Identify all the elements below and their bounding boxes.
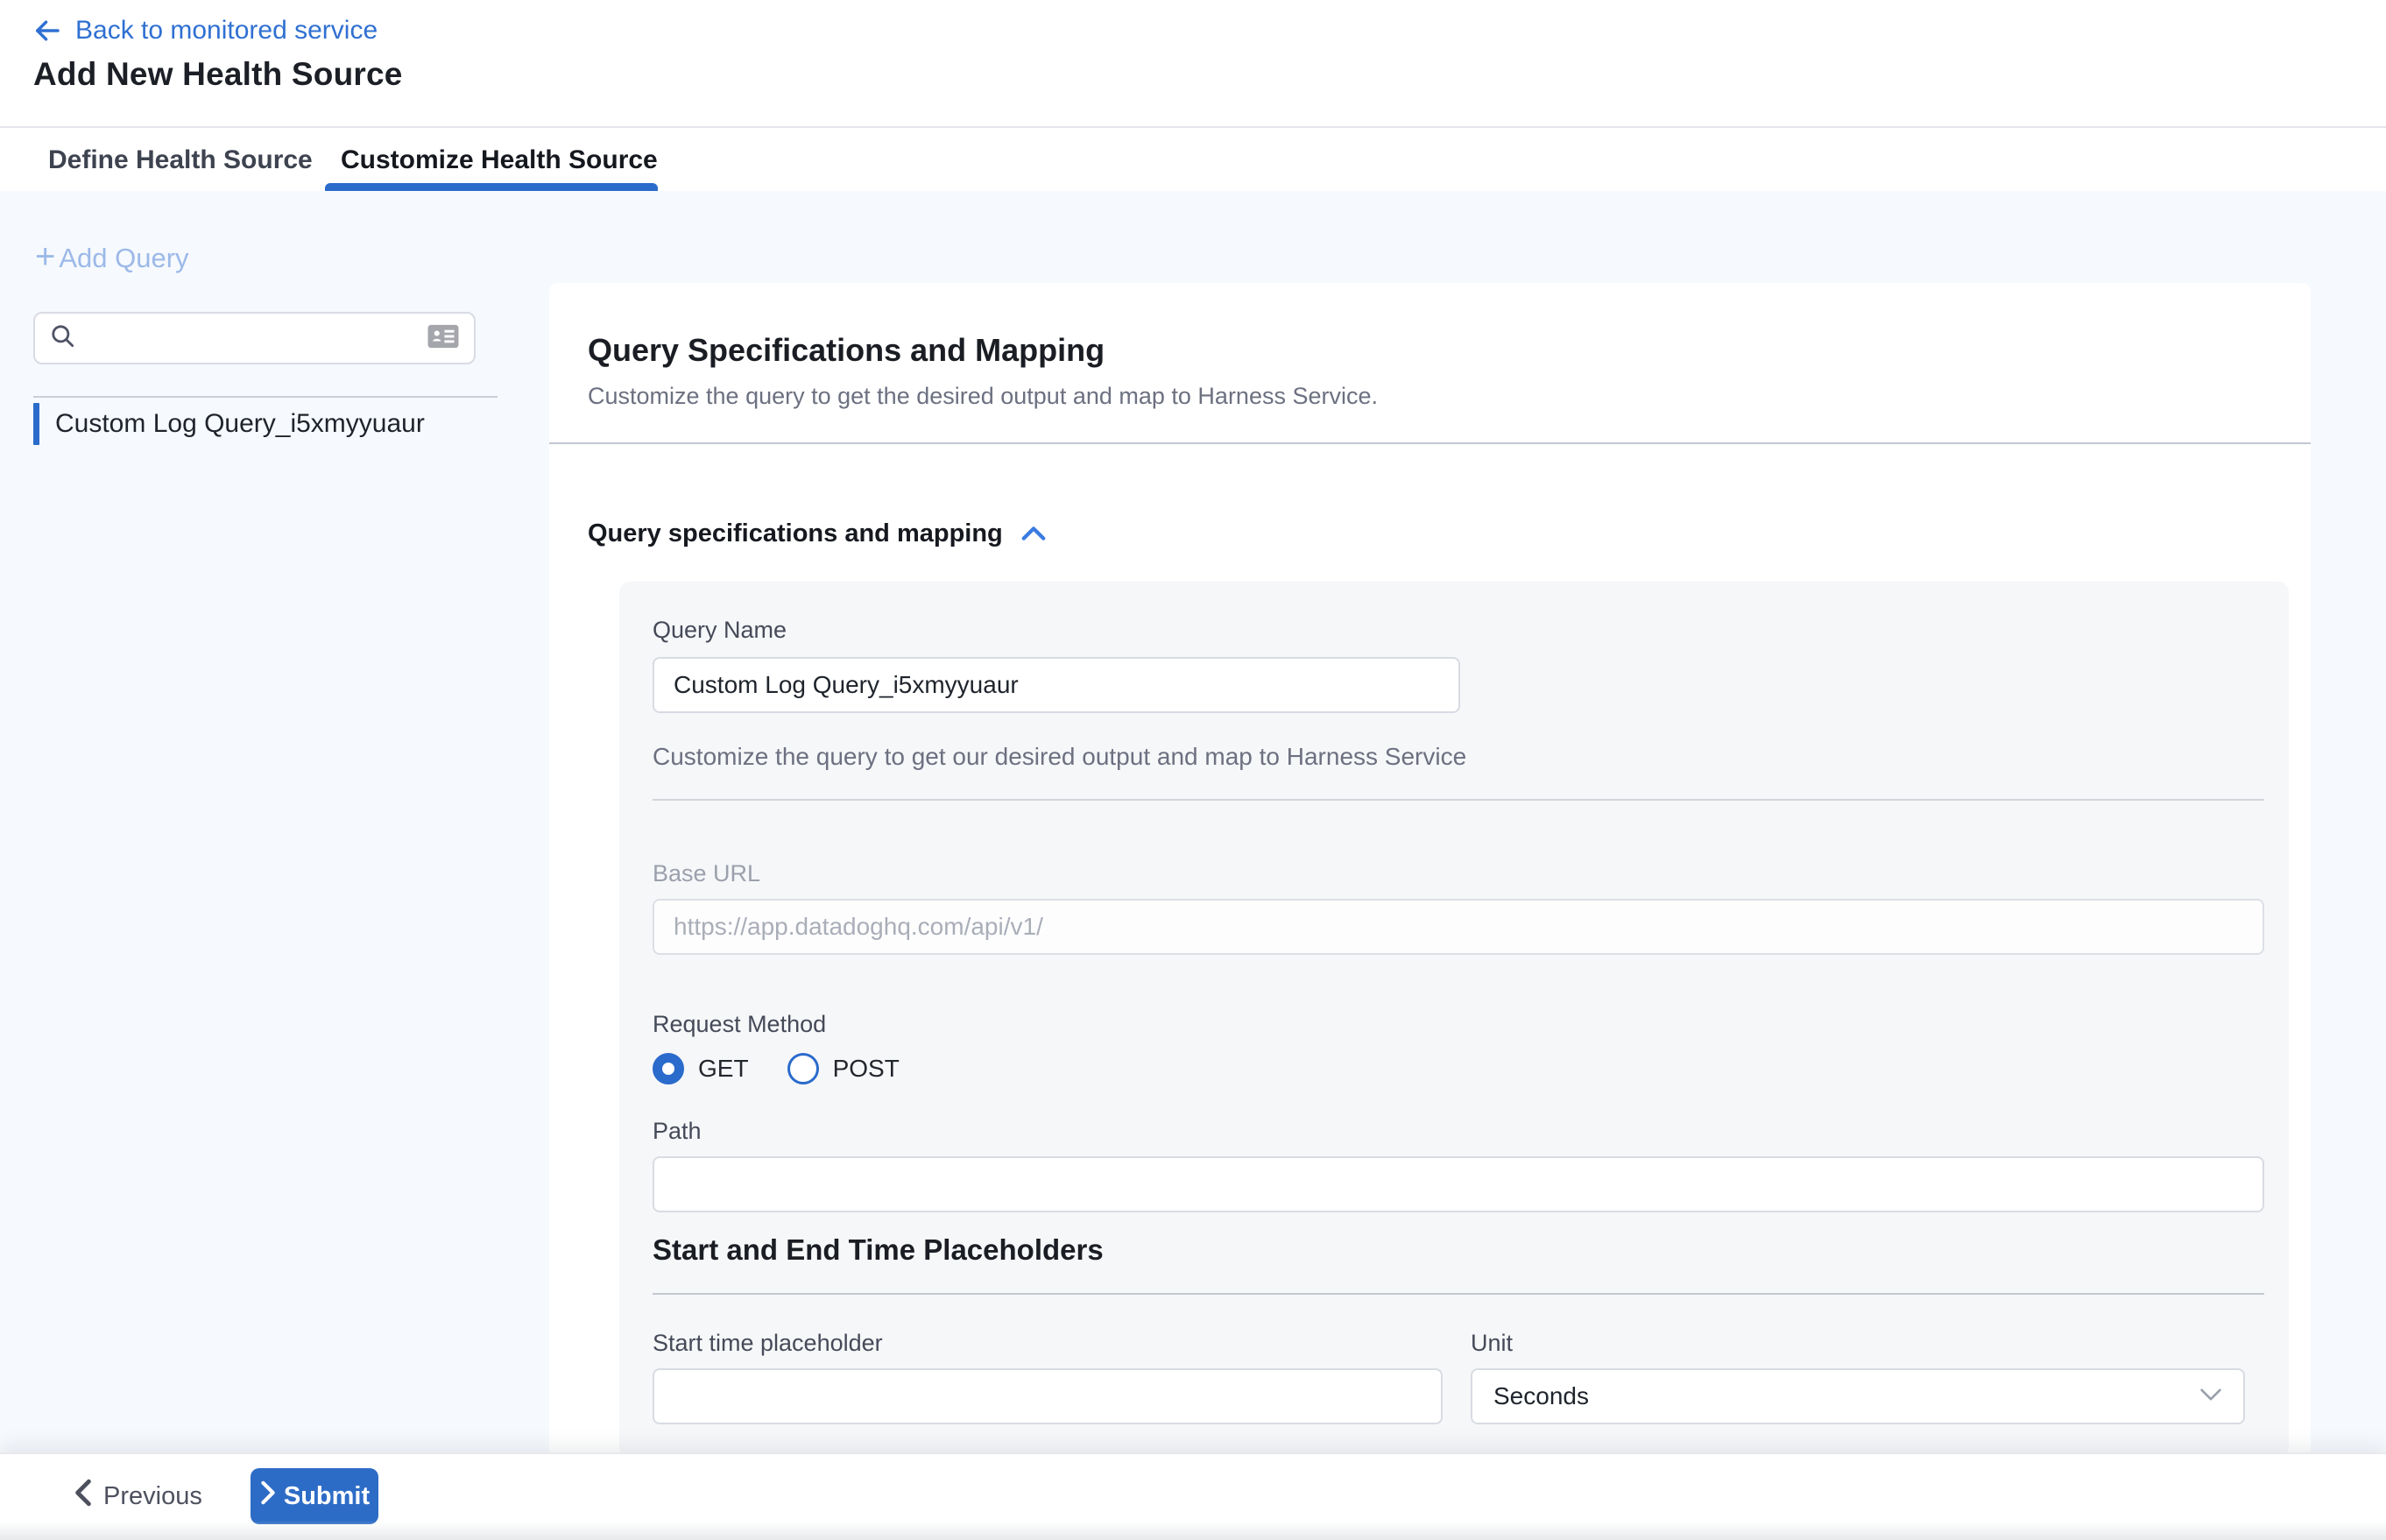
submit-button[interactable]: Submit — [251, 1468, 378, 1524]
back-arrow-icon — [32, 15, 63, 46]
path-label: Path — [653, 1118, 702, 1145]
add-query-button[interactable]: + Add Query — [35, 238, 189, 279]
radio-post[interactable]: POST — [787, 1053, 900, 1084]
tab-customize-health-source[interactable]: Customize Health Source — [341, 130, 658, 191]
radio-post-label: POST — [833, 1055, 900, 1083]
active-tab-underline — [325, 183, 658, 191]
query-spec-card: Query Name Customize the query to get ou… — [619, 582, 2289, 1457]
unit-label: Unit — [1471, 1330, 1513, 1357]
page-title: Add New Health Source — [33, 56, 403, 93]
sidebar-divider — [33, 396, 498, 398]
selected-indicator-bar — [33, 403, 39, 445]
tab-define-health-source[interactable]: Define Health Source — [48, 130, 313, 191]
plus-icon: + — [35, 239, 55, 274]
main-panel: Query Specifications and Mapping Customi… — [549, 283, 2311, 1457]
radio-get-circle-icon — [653, 1053, 684, 1084]
radio-get-label: GET — [698, 1055, 749, 1083]
query-name-label: Query Name — [653, 617, 787, 644]
header: Back to monitored service Add New Health… — [0, 0, 2386, 128]
start-time-input[interactable] — [653, 1368, 1443, 1424]
base-url-input — [653, 899, 2264, 955]
base-url-label: Base URL — [653, 860, 760, 887]
query-name-input[interactable] — [653, 657, 1460, 713]
back-link[interactable]: Back to monitored service — [32, 12, 378, 49]
time-placeholders-title: Start and End Time Placeholders — [653, 1233, 1104, 1267]
back-link-label: Back to monitored service — [75, 16, 378, 46]
request-method-radio-group: GET POST — [653, 1049, 900, 1088]
path-input[interactable] — [653, 1156, 2264, 1212]
contact-card-icon[interactable] — [427, 322, 460, 355]
radio-get[interactable]: GET — [653, 1053, 749, 1084]
chevron-down-icon — [2199, 1387, 2222, 1407]
chevron-left-icon — [74, 1479, 93, 1514]
panel-title: Query Specifications and Mapping — [588, 332, 1105, 369]
search-input[interactable] — [88, 323, 416, 353]
panel-subtitle: Customize the query to get the desired o… — [588, 383, 1378, 410]
search-icon — [49, 322, 77, 355]
section-title: Query specifications and mapping — [588, 519, 1003, 548]
previous-button[interactable]: Previous — [74, 1470, 202, 1522]
previous-label: Previous — [103, 1482, 202, 1511]
start-time-label: Start time placeholder — [653, 1330, 883, 1357]
unit-select-value: Seconds — [1493, 1382, 1589, 1410]
submit-label: Submit — [284, 1482, 370, 1511]
panel-divider — [549, 442, 2311, 444]
add-query-label: Add Query — [59, 243, 188, 274]
request-method-label: Request Method — [653, 1011, 826, 1038]
collapse-chevron-up-icon[interactable] — [1020, 524, 1047, 543]
unit-select[interactable]: Seconds — [1471, 1368, 2245, 1424]
form-divider — [653, 799, 2264, 801]
screen: Back to monitored service Add New Health… — [0, 0, 2386, 1540]
query-item-label: Custom Log Query_i5xmyyuaur — [55, 409, 425, 439]
tabbar: Define Health Source Customize Health So… — [0, 130, 2386, 191]
chevron-right-icon — [259, 1480, 277, 1512]
radio-post-circle-icon — [787, 1053, 819, 1084]
section-header: Query specifications and mapping — [588, 514, 1047, 553]
query-search-box — [33, 312, 476, 364]
time-placeholders-divider — [653, 1293, 2264, 1295]
query-list-item[interactable]: Custom Log Query_i5xmyyuaur — [33, 403, 498, 445]
footer-bar: Previous Submit — [0, 1452, 2386, 1540]
query-name-help-text: Customize the query to get our desired o… — [653, 743, 1466, 771]
